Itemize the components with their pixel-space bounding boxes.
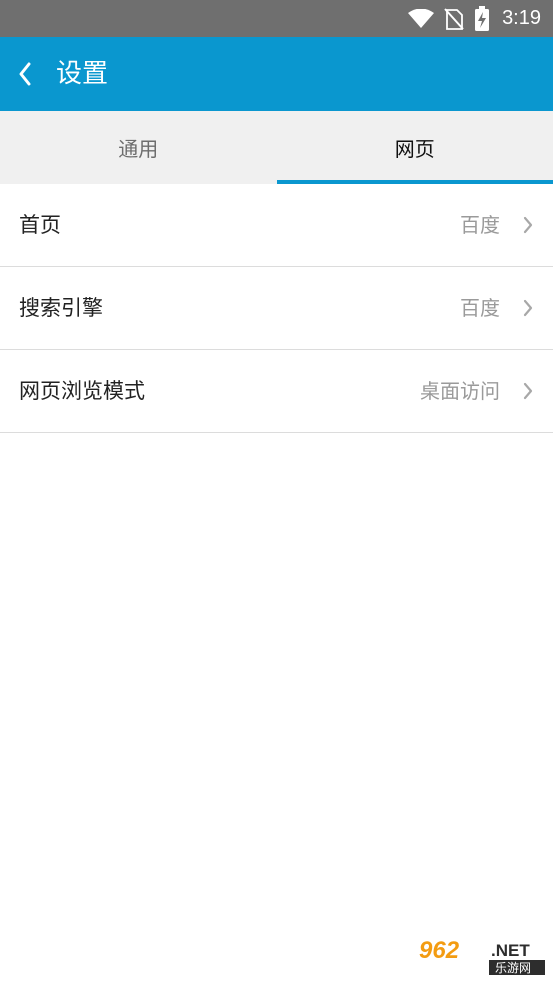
setting-homepage-value: 百度 (460, 213, 500, 237)
settings-screen: 3:19 设置 通用 网页 首页 百度 搜索引擎 百度 网页浏览模式 桌面访问 … (0, 0, 553, 983)
watermark-text: 乐游网 (495, 961, 531, 975)
wifi-icon (408, 8, 435, 28)
chevron-right-icon (523, 382, 533, 400)
status-time: 3:19 (502, 7, 541, 29)
setting-browsing-mode-label: 网页浏览模式 (19, 379, 145, 403)
status-icons: 3:19 (408, 0, 541, 37)
watermark-number: 962 (419, 937, 460, 964)
app-header: 设置 (0, 37, 553, 111)
back-button[interactable] (8, 51, 42, 97)
settings-list: 首页 百度 搜索引擎 百度 网页浏览模式 桌面访问 (0, 184, 553, 433)
tab-webpage-label: 网页 (394, 137, 435, 161)
battery-charging-icon (475, 5, 490, 31)
watermark-logo: 962 .NET 乐游网 (415, 935, 547, 977)
setting-search-engine-label: 搜索引擎 (19, 296, 103, 320)
status-bar: 3:19 (0, 0, 553, 37)
tab-webpage[interactable]: 网页 (276, 111, 553, 184)
setting-browsing-mode-value: 桌面访问 (420, 379, 500, 403)
setting-homepage-label: 首页 (19, 213, 61, 237)
tab-bar: 通用 网页 (0, 111, 553, 184)
setting-search-engine[interactable]: 搜索引擎 百度 (0, 267, 553, 350)
chevron-right-icon (523, 216, 533, 234)
watermark-suffix: .NET (491, 941, 530, 960)
setting-search-engine-value: 百度 (460, 296, 500, 320)
no-sim-icon (444, 7, 464, 30)
tab-general[interactable]: 通用 (0, 111, 277, 184)
setting-browsing-mode[interactable]: 网页浏览模式 桌面访问 (0, 350, 553, 433)
tab-general-label: 通用 (118, 137, 159, 161)
back-chevron-icon (19, 62, 31, 86)
chevron-right-icon (523, 299, 533, 317)
page-title: 设置 (56, 59, 109, 89)
setting-homepage[interactable]: 首页 百度 (0, 184, 553, 267)
